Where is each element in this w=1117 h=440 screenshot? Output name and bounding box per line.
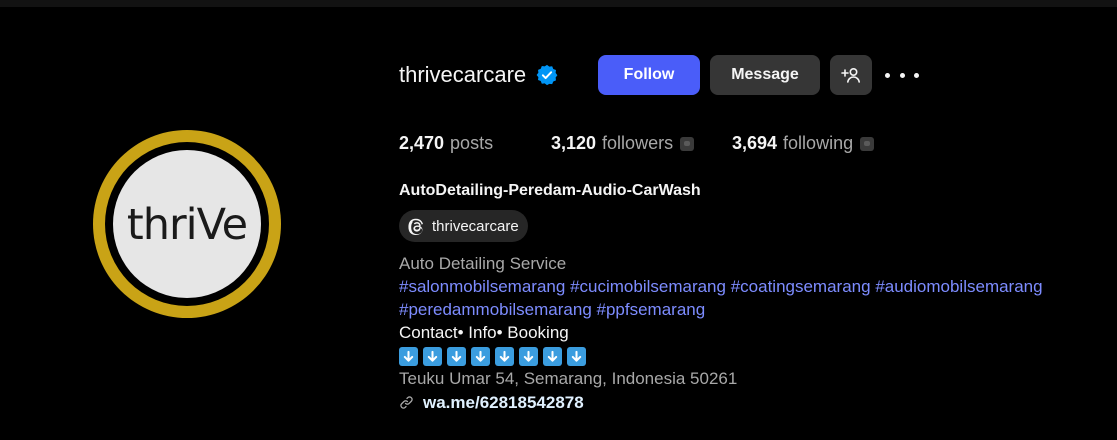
arrow-down-emoji-icon — [519, 346, 538, 366]
suggest-accounts-button[interactable] — [830, 55, 872, 95]
more-options-icon[interactable] — [885, 62, 919, 88]
arrow-down-emoji-icon — [543, 346, 562, 366]
profile-link-url[interactable]: wa.me/62818542878 — [423, 391, 584, 414]
profile-full-name: AutoDetailing-Peredam-Audio-CarWash — [399, 182, 701, 199]
hashtags-line-2: #peredammobilsemarang #ppfsemarang — [399, 298, 1043, 321]
profile-header: thrivecarcare — [399, 55, 558, 95]
profile-category: Auto Detailing Service — [399, 254, 567, 273]
arrow-down-emoji-icon — [423, 346, 442, 366]
profile-address: Teuku Umar 54, Semarang, Indonesia 50261 — [399, 369, 738, 388]
posts-count: 2,470 — [399, 133, 445, 153]
arrow-down-emoji-icon — [447, 346, 466, 366]
following-stat[interactable]: 3,694 following — [732, 133, 875, 154]
arrow-down-emoji-icon — [495, 346, 514, 366]
arrow-down-emoji-icon — [471, 346, 490, 366]
following-label: following — [783, 133, 854, 153]
threads-handle: thrivecarcare — [432, 217, 519, 235]
threads-icon — [408, 218, 423, 235]
hashtag-link[interactable]: #cucimobilsemarang — [570, 277, 726, 296]
hashtag-link[interactable]: #ppfsemarang — [597, 300, 706, 319]
arrow-emoji-row — [399, 346, 1043, 366]
profile-link[interactable]: wa.me/62818542878 — [399, 391, 1043, 414]
private-list-icon — [860, 136, 875, 151]
followers-label: followers — [602, 133, 674, 153]
hashtags-line-1: #salonmobilsemarang #cucimobilsemarang #… — [399, 275, 1043, 298]
link-icon — [400, 396, 413, 409]
hashtag-link[interactable]: #salonmobilsemarang — [399, 277, 565, 296]
hashtag-link[interactable]: #coatingsemarang — [731, 277, 871, 296]
posts-stat: 2,470 posts — [399, 133, 493, 154]
follow-button[interactable]: Follow — [598, 55, 700, 95]
avatar-logo: thriVe — [113, 150, 261, 298]
avatar-logo-text: thriVe — [126, 200, 248, 250]
message-button[interactable]: Message — [710, 55, 820, 95]
bio-contact-line: Contact• Info• Booking — [399, 323, 569, 342]
username[interactable]: thrivecarcare — [399, 62, 526, 88]
posts-label: posts — [450, 133, 494, 153]
hashtag-link[interactable]: #audiomobilsemarang — [875, 277, 1042, 296]
threads-badge[interactable]: thrivecarcare — [399, 210, 528, 242]
arrow-down-emoji-icon — [567, 346, 586, 366]
profile-avatar[interactable]: thriVe — [93, 130, 281, 318]
verified-badge-icon — [536, 64, 558, 86]
add-user-icon — [841, 67, 860, 83]
arrow-down-emoji-icon — [399, 346, 418, 366]
followers-stat[interactable]: 3,120 followers — [551, 133, 695, 154]
hashtag-link[interactable]: #peredammobilsemarang — [399, 300, 592, 319]
following-count: 3,694 — [732, 133, 778, 153]
profile-bio: Auto Detailing Service #salonmobilsemara… — [399, 252, 1043, 414]
top-bar — [0, 0, 1117, 7]
followers-count: 3,120 — [551, 133, 597, 153]
private-list-icon — [680, 136, 695, 151]
